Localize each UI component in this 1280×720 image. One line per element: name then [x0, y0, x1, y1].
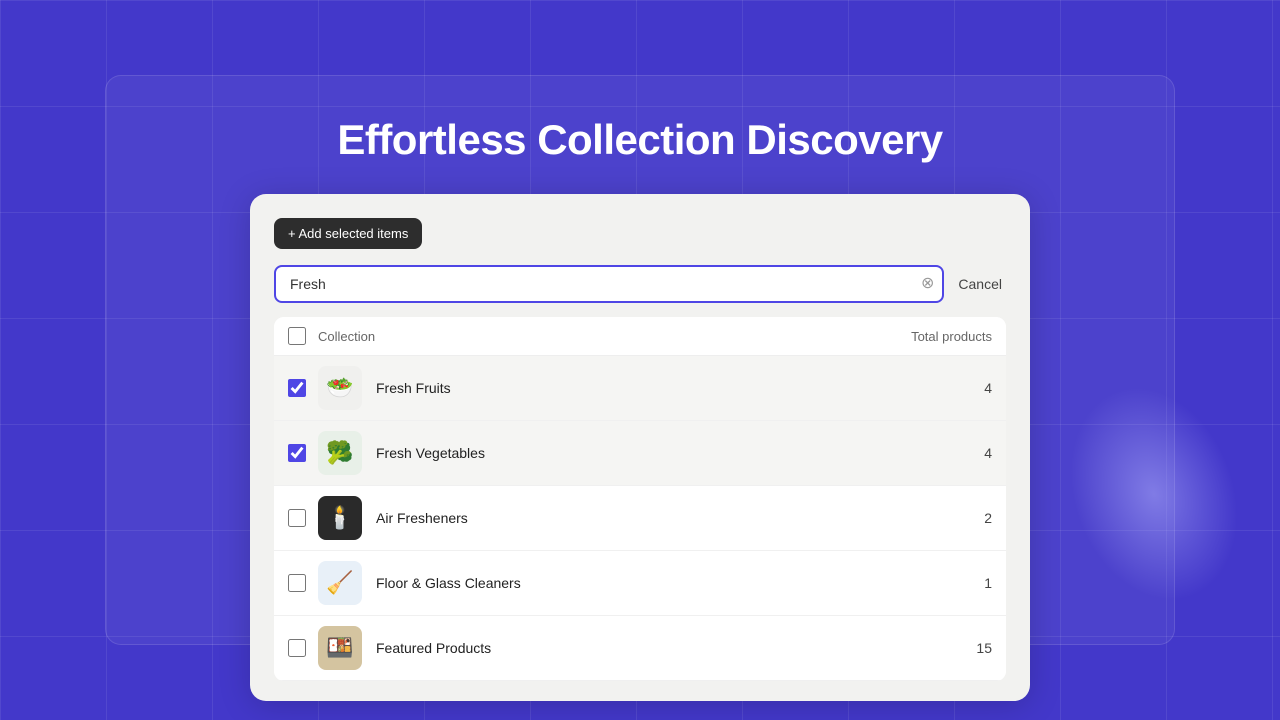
row-thumbnail: 🥦 [318, 431, 362, 475]
row-thumbnail: 🥗 [318, 366, 362, 410]
row-count: 15 [912, 640, 992, 656]
row-name: Fresh Vegetables [376, 445, 912, 461]
page-title: Effortless Collection Discovery [337, 116, 942, 164]
row-name: Air Fresheners [376, 510, 912, 526]
main-card: + Add selected items ⊗ Cancel Collection… [250, 194, 1030, 701]
header-collection-label: Collection [318, 329, 911, 344]
collection-table: Collection Total products 🥗 Fresh Fruits… [274, 317, 1006, 681]
row-checkbox[interactable] [288, 639, 306, 657]
table-row: 🕯️ Air Fresheners 2 [274, 486, 1006, 551]
header-total-label: Total products [911, 329, 992, 344]
search-input[interactable] [274, 265, 944, 303]
row-name: Featured Products [376, 640, 912, 656]
row-count: 4 [912, 380, 992, 396]
row-thumbnail: 🕯️ [318, 496, 362, 540]
row-thumbnail: 🍱 [318, 626, 362, 670]
row-thumbnail: 🧹 [318, 561, 362, 605]
add-selected-button[interactable]: + Add selected items [274, 218, 422, 249]
row-checkbox[interactable] [288, 574, 306, 592]
search-box: ⊗ [274, 265, 944, 303]
clear-icon[interactable]: ⊗ [921, 276, 934, 292]
table-row: 🧹 Floor & Glass Cleaners 1 [274, 551, 1006, 616]
row-count: 1 [912, 575, 992, 591]
table-header: Collection Total products [274, 317, 1006, 356]
outer-container: Effortless Collection Discovery + Add se… [105, 75, 1175, 645]
cancel-button[interactable]: Cancel [954, 270, 1006, 298]
row-checkbox[interactable] [288, 444, 306, 462]
row-count: 4 [912, 445, 992, 461]
rows-container: 🥗 Fresh Fruits 4 🥦 Fresh Vegetables 4 🕯️… [274, 356, 1006, 681]
row-checkbox[interactable] [288, 379, 306, 397]
table-row: 🍱 Featured Products 15 [274, 616, 1006, 681]
table-row: 🥗 Fresh Fruits 4 [274, 356, 1006, 421]
row-name: Fresh Fruits [376, 380, 912, 396]
search-row: ⊗ Cancel [274, 265, 1006, 303]
table-row: 🥦 Fresh Vegetables 4 [274, 421, 1006, 486]
row-count: 2 [912, 510, 992, 526]
row-name: Floor & Glass Cleaners [376, 575, 912, 591]
row-checkbox[interactable] [288, 509, 306, 527]
select-all-checkbox[interactable] [288, 327, 306, 345]
